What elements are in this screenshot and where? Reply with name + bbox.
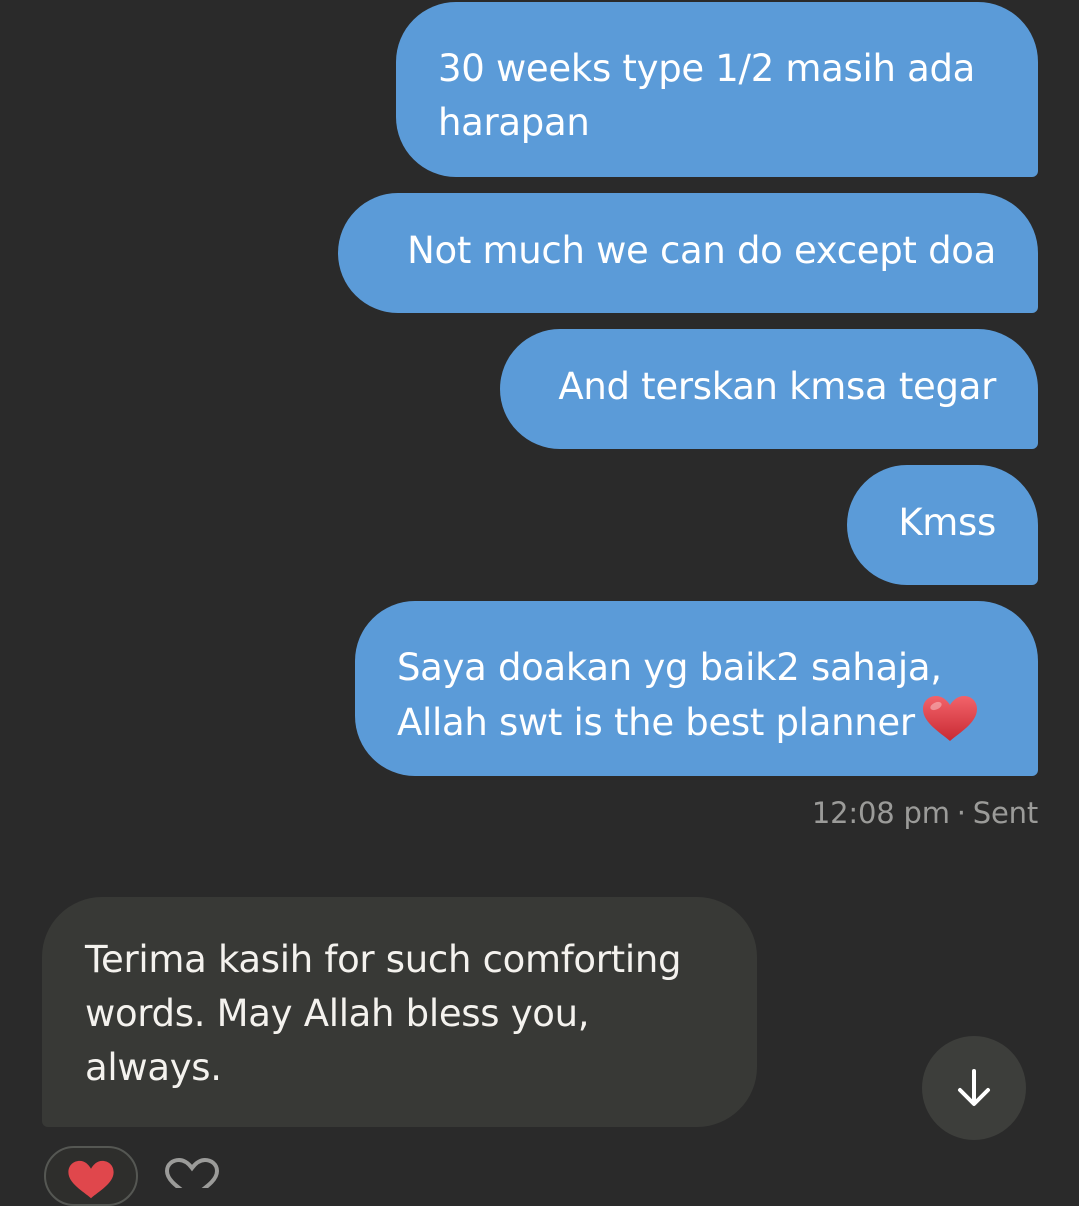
message-text: 30 weeks type 1/2 masih ada harapan xyxy=(438,47,976,144)
sent-status: Sent xyxy=(972,796,1038,830)
reaction-heart[interactable] xyxy=(44,1146,138,1206)
sent-time: 12:08 pm xyxy=(811,796,950,830)
arrow-down-icon xyxy=(958,1069,990,1106)
chat-thread: 30 weeks type 1/2 masih ada harapan Not … xyxy=(0,0,1079,1206)
sent-message-5[interactable]: Saya doakan yg baik2 sahaja, Allah swt i… xyxy=(355,601,1038,776)
scroll-to-bottom-button[interactable] xyxy=(922,1036,1026,1140)
message-status: 12:08 pm · Sent xyxy=(812,796,1038,830)
meta-separator: · xyxy=(956,796,966,830)
add-reaction-button[interactable] xyxy=(164,1157,220,1201)
add-reaction-icon xyxy=(164,1157,220,1201)
message-text: Terima kasih for such comforting words. … xyxy=(85,938,682,1089)
sent-message-4[interactable]: Kmss xyxy=(847,465,1038,585)
received-message-1[interactable]: Terima kasih for such comforting words. … xyxy=(42,897,757,1127)
message-text: Not much we can do except doa xyxy=(407,229,996,272)
sent-message-2[interactable]: Not much we can do except doa xyxy=(338,193,1038,313)
message-text: Kmss xyxy=(898,501,996,544)
message-text: Saya doakan yg baik2 sahaja, Allah swt i… xyxy=(397,646,942,744)
message-text: And terskan kmsa tegar xyxy=(558,365,996,408)
sent-message-3[interactable]: And terskan kmsa tegar xyxy=(500,329,1038,449)
heart-emoji-icon xyxy=(921,695,979,758)
heart-icon xyxy=(68,1160,114,1199)
sent-message-1[interactable]: 30 weeks type 1/2 masih ada harapan xyxy=(396,2,1038,177)
